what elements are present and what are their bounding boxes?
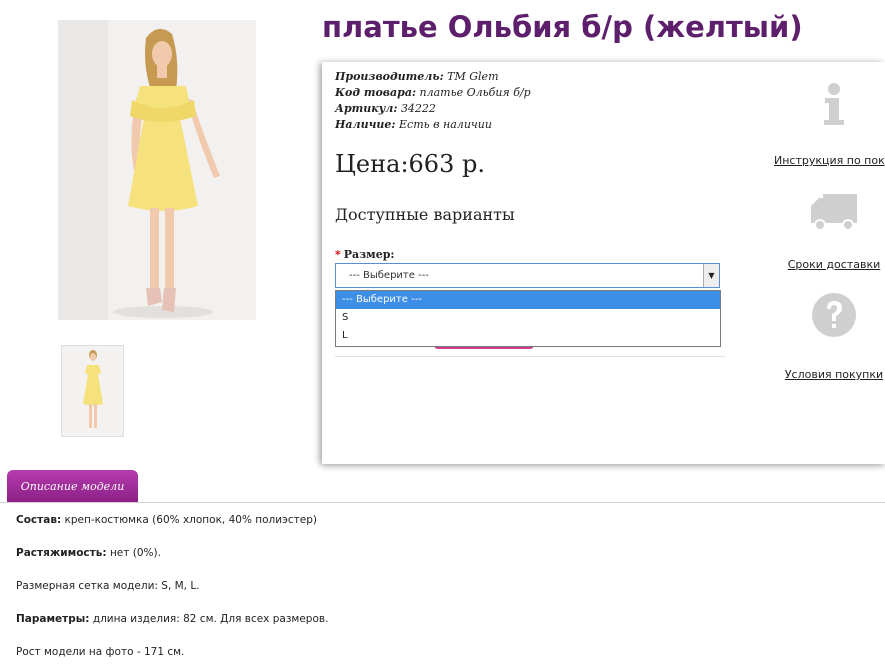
terms-link-block[interactable]: Условия покупки: [774, 292, 885, 381]
delivery-link-block[interactable]: Сроки доставки: [774, 192, 885, 271]
info-icon: [824, 83, 844, 125]
spec-availability-value: Есть в наличии: [399, 118, 492, 131]
product-info-panel: Производитель: TM Glem Код товара: плать…: [322, 62, 885, 464]
truck-icon: [811, 194, 857, 231]
question-icon: [812, 293, 856, 337]
spec-manufacturer-label: Производитель:: [335, 70, 444, 83]
description-size-grid: Размерная сетка модели: S, M, L.: [16, 580, 200, 592]
spec-manufacturer-value: TM Glem: [447, 70, 499, 83]
thumbnail-graphic: [62, 346, 123, 436]
tab-description[interactable]: Описание модели: [7, 470, 138, 503]
size-select-value: --- Выберите ---: [349, 270, 429, 281]
params-label: Параметры:: [16, 613, 90, 625]
spec-article-value: 34222: [400, 102, 436, 115]
spec-code: Код товара: платье Ольбия б/р: [335, 85, 531, 101]
variants-heading: Доступные варианты: [335, 205, 515, 224]
product-title: платье Ольбия б/р (желтый): [322, 10, 803, 44]
delivery-link[interactable]: Сроки доставки: [774, 258, 885, 271]
size-label-text: Размер:: [343, 248, 395, 261]
product-main-image[interactable]: [58, 20, 256, 320]
description-stretch: Растяжимость: нет (0%).: [16, 547, 161, 559]
required-mark: *: [335, 248, 341, 261]
instruction-link-block[interactable]: Инструкция по покупке: [774, 82, 885, 167]
description-params: Параметры: длина изделия: 82 см. Для все…: [16, 613, 328, 625]
size-dropdown-list: --- Выберите --- S L: [335, 290, 721, 347]
size-option[interactable]: --- Выберите ---: [336, 291, 720, 309]
size-option[interactable]: S: [336, 309, 720, 327]
spec-availability: Наличие: Есть в наличии: [335, 117, 531, 133]
description-composition: Состав: креп-костюмка (60% хлопок, 40% п…: [16, 514, 317, 526]
dress-photo-graphic: [58, 20, 256, 320]
size-select[interactable]: --- Выберите --- ▼: [335, 263, 720, 288]
instruction-link[interactable]: Инструкция по покупке: [774, 154, 885, 167]
stretch-value: нет (0%).: [109, 547, 161, 559]
composition-label: Состав:: [16, 514, 62, 526]
product-thumbnail[interactable]: [61, 345, 124, 437]
chevron-down-icon[interactable]: ▼: [703, 264, 719, 287]
composition-value: креп-костюмка (60% хлопок, 40% полиэстер…: [64, 514, 317, 526]
spec-article: Артикул: 34222: [335, 101, 531, 117]
spec-code-value: платье Ольбия б/р: [419, 86, 531, 99]
description-model-height: Рост модели на фото - 171 см.: [16, 646, 185, 658]
product-specs: Производитель: TM Glem Код товара: плать…: [335, 69, 531, 133]
terms-link[interactable]: Условия покупки: [774, 368, 885, 381]
spec-manufacturer: Производитель: TM Glem: [335, 69, 531, 85]
size-label: * Размер:: [335, 248, 395, 261]
spec-availability-label: Наличие:: [335, 118, 396, 131]
tab-divider: [0, 502, 885, 503]
divider: [335, 356, 725, 357]
product-price: Цена:663 р.: [335, 150, 485, 178]
spec-article-label: Артикул:: [335, 102, 398, 115]
size-option[interactable]: L: [336, 327, 720, 345]
params-value: длина изделия: 82 см. Для всех размеров.: [92, 613, 329, 625]
stretch-label: Растяжимость:: [16, 547, 107, 559]
spec-code-label: Код товара:: [335, 86, 417, 99]
